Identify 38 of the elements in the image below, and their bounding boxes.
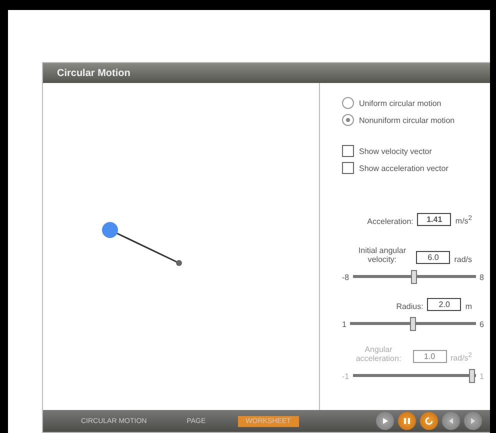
slider-max-label: 1 xyxy=(480,372,484,380)
play-button[interactable] xyxy=(376,412,394,430)
parameter-label: Angular acceleration: xyxy=(354,345,402,363)
checkbox-label: Show velocity vector xyxy=(359,146,432,156)
checkbox[interactable] xyxy=(342,145,354,157)
slider[interactable] xyxy=(353,270,476,284)
parameter-label: Radius: xyxy=(396,302,424,311)
parameter-field[interactable]: 2.0 xyxy=(427,298,462,311)
checkbox-label: Show acceleration vector xyxy=(359,164,448,172)
slider-max-label: 6 xyxy=(480,320,484,328)
slider-min-label: -8 xyxy=(342,272,350,282)
unit-label: m/s$^{2}$ xyxy=(455,215,472,226)
acceleration-label: Acceleration: xyxy=(367,217,414,226)
forward-button[interactable] xyxy=(464,412,482,430)
pause-icon xyxy=(402,416,412,426)
slider-max-label: 8 xyxy=(480,272,484,282)
radio-button[interactable] xyxy=(342,97,354,109)
reset-button[interactable] xyxy=(420,412,438,430)
checkbox[interactable] xyxy=(342,162,354,174)
slider-min-label: 1 xyxy=(342,320,346,328)
back-button[interactable] xyxy=(442,412,460,430)
slider-thumb[interactable] xyxy=(410,317,416,331)
radio-label: Nonuniform circular motion xyxy=(359,116,455,124)
unit-label: rad/s$^{2}$ xyxy=(450,352,472,363)
slider-thumb[interactable] xyxy=(411,270,418,284)
slider-min-label: -1 xyxy=(342,372,350,380)
slider[interactable] xyxy=(350,317,476,331)
reset-icon xyxy=(424,416,434,426)
radio-button[interactable] xyxy=(342,114,354,126)
unit-label: m xyxy=(465,302,472,311)
pause-button[interactable] xyxy=(398,412,416,430)
parameter-field[interactable]: 6.0 xyxy=(416,251,450,264)
radio-label: Uniform circular motion xyxy=(359,98,442,108)
play-icon xyxy=(380,416,390,426)
window-title: Circular Motion xyxy=(43,63,490,83)
parameter-label: Initial angular velocity: xyxy=(357,246,407,264)
acceleration-field: 1.41 xyxy=(417,213,452,226)
unit-label: rad/s xyxy=(454,255,472,264)
